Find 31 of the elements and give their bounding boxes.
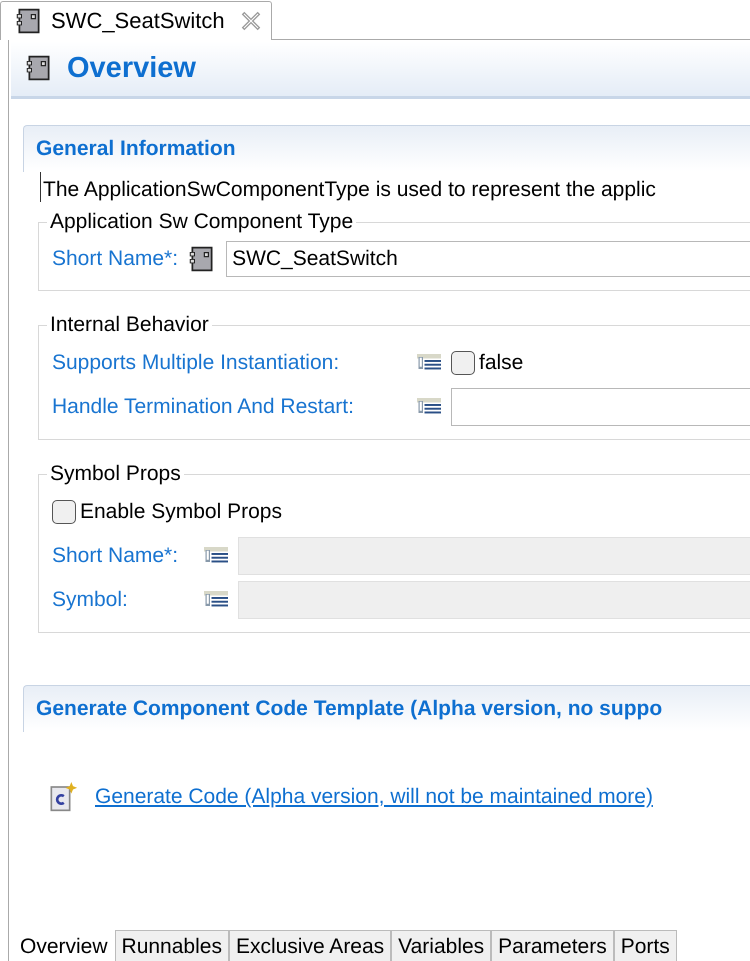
tab[interactable]: Runnables	[114, 930, 229, 961]
list-icon	[204, 591, 228, 609]
group-title: Internal Behavior	[49, 313, 210, 337]
field-label: Short Name*:	[52, 544, 180, 568]
tab[interactable]: Variables	[391, 930, 492, 961]
list-icon	[417, 398, 441, 416]
tab[interactable]: Exclusive Areas	[228, 930, 392, 961]
checkbox[interactable]	[52, 500, 76, 524]
tab[interactable]: Parameters	[491, 930, 614, 961]
section-title: General Information	[36, 137, 236, 161]
description-text: The ApplicationSwComponentType is used to represent the applic	[40, 172, 750, 202]
checkbox-label: Enable Symbol Props	[80, 500, 282, 524]
field-label: Symbol:	[52, 588, 129, 612]
c-file-icon	[49, 782, 77, 812]
editor-tab[interactable]: SWC_SeatSwitch	[0, 1, 272, 40]
generate-code-link[interactable]: Generate Code (Alpha version, will not be maintained more)	[95, 785, 653, 809]
group-title: Symbol Props	[49, 462, 182, 486]
field-label: Supports Multiple Instantiation:	[52, 351, 340, 375]
checkbox[interactable]	[451, 351, 475, 375]
short-name-field[interactable]: SWC_SeatSwitch	[226, 241, 750, 277]
checkbox-label: false	[479, 351, 524, 375]
field-label: Handle Termination And Restart:	[52, 395, 355, 419]
input-field[interactable]	[451, 388, 750, 426]
list-icon	[204, 547, 228, 565]
close-icon[interactable]	[240, 11, 261, 31]
page-title: Overview	[67, 52, 196, 84]
field-label: Short Name*:	[52, 247, 178, 271]
list-icon	[417, 354, 441, 372]
group-title: Application Sw Component Type	[49, 210, 354, 234]
tab[interactable]: Ports	[614, 930, 677, 961]
section-title: Generate Component Code Template (Alpha version, no suppo	[36, 697, 662, 721]
